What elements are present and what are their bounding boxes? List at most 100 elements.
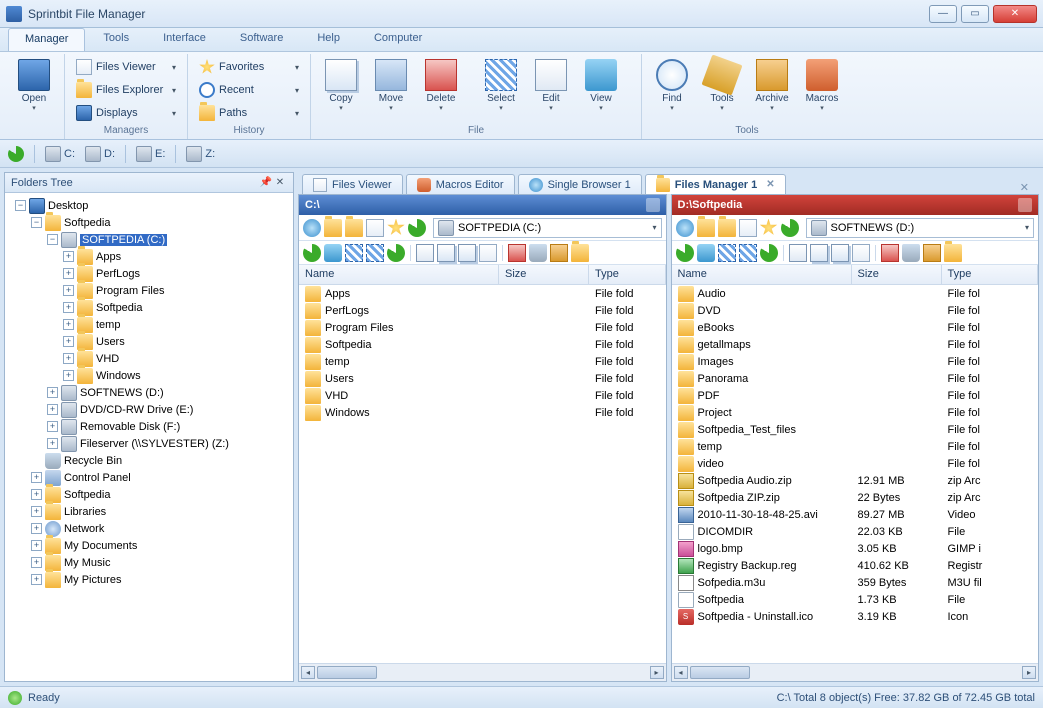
btn-recent[interactable]: Recent▾ bbox=[194, 79, 304, 101]
tree-item[interactable]: −SOFTPEDIA (C:) bbox=[7, 231, 291, 248]
btn-files-viewer[interactable]: Files Viewer▾ bbox=[71, 56, 181, 78]
favorites-icon[interactable] bbox=[760, 219, 778, 237]
find-button[interactable]: Find▾ bbox=[648, 56, 696, 115]
history-icon[interactable] bbox=[739, 219, 757, 237]
file-row[interactable]: 2010-11-30-18-48-25.avi89.27 MBVideo bbox=[672, 506, 1039, 523]
toolbar-icon[interactable] bbox=[366, 244, 384, 262]
tree-toggle-icon[interactable]: + bbox=[31, 489, 42, 500]
file-row[interactable]: Registry Backup.reg410.62 KBRegistr bbox=[672, 557, 1039, 574]
col-name[interactable]: Name bbox=[299, 265, 499, 284]
file-row[interactable]: tempFile fol bbox=[672, 438, 1039, 455]
col-name[interactable]: Name bbox=[672, 265, 852, 284]
btn-paths[interactable]: Paths▾ bbox=[194, 102, 304, 124]
file-row[interactable]: ProjectFile fol bbox=[672, 404, 1039, 421]
file-row[interactable]: Softpedia1.73 KBFile bbox=[672, 591, 1039, 608]
tree-toggle-icon[interactable]: + bbox=[63, 370, 74, 381]
file-row[interactable]: eBooksFile fol bbox=[672, 319, 1039, 336]
col-type[interactable]: Type bbox=[589, 265, 666, 284]
maximize-button[interactable]: ▭ bbox=[961, 5, 989, 23]
drive-selector-left[interactable]: SOFTPEDIA (C:) ▾ bbox=[433, 218, 662, 238]
file-row[interactable]: VHDFile fold bbox=[299, 387, 666, 404]
file-row[interactable]: SSoftpedia - Uninstall.ico3.19 KBIcon bbox=[672, 608, 1039, 625]
up-folder-icon[interactable] bbox=[697, 219, 715, 237]
doc-tab-single-browser-1[interactable]: Single Browser 1 bbox=[518, 174, 642, 194]
toolbar-icon[interactable] bbox=[810, 244, 828, 262]
copy-button[interactable]: Copy▾ bbox=[317, 56, 365, 115]
tree-toggle-icon[interactable]: + bbox=[31, 540, 42, 551]
ribbon-tab-software[interactable]: Software bbox=[224, 28, 299, 51]
minimize-button[interactable]: — bbox=[929, 5, 957, 23]
refresh-icon[interactable] bbox=[408, 219, 426, 237]
tree-item[interactable]: −Softpedia bbox=[7, 214, 291, 231]
pane-menu-icon[interactable] bbox=[1018, 198, 1032, 212]
macros-button[interactable]: Macros▾ bbox=[798, 56, 846, 115]
tree-toggle-icon[interactable]: + bbox=[63, 336, 74, 347]
up-folder-icon[interactable] bbox=[324, 219, 342, 237]
tree-item[interactable]: +Program Files bbox=[7, 282, 291, 299]
tree-toggle-icon[interactable]: − bbox=[47, 234, 58, 245]
file-row[interactable]: AppsFile fold bbox=[299, 285, 666, 302]
tree-toggle-icon[interactable]: − bbox=[31, 217, 42, 228]
file-row[interactable]: Softpedia ZIP.zip22 Byteszip Arc bbox=[672, 489, 1039, 506]
pane-menu-icon[interactable] bbox=[646, 198, 660, 212]
tree-item[interactable]: +My Pictures bbox=[7, 571, 291, 588]
file-row[interactable]: UsersFile fold bbox=[299, 370, 666, 387]
toolbar-icon[interactable] bbox=[760, 244, 778, 262]
tree-item[interactable]: Recycle Bin bbox=[7, 452, 291, 469]
tree-item[interactable]: +Softpedia bbox=[7, 299, 291, 316]
file-row[interactable]: Softpedia Audio.zip12.91 MBzip Arc bbox=[672, 472, 1039, 489]
refresh-icon[interactable] bbox=[8, 146, 24, 162]
toolbar-icon[interactable] bbox=[479, 244, 497, 262]
tools-button[interactable]: Tools▾ bbox=[698, 56, 746, 115]
tree-item[interactable]: +VHD bbox=[7, 350, 291, 367]
btn-favorites[interactable]: Favorites▾ bbox=[194, 56, 304, 78]
drive-selector-right[interactable]: SOFTNEWS (D:) ▾ bbox=[806, 218, 1035, 238]
toolbar-icon[interactable] bbox=[508, 244, 526, 262]
toolbar-icon[interactable] bbox=[718, 244, 736, 262]
tree-toggle-icon[interactable]: + bbox=[31, 523, 42, 534]
tree-toggle-icon[interactable]: + bbox=[31, 574, 42, 585]
file-row[interactable]: SoftpediaFile fold bbox=[299, 336, 666, 353]
tree-toggle-icon[interactable]: + bbox=[63, 268, 74, 279]
file-row[interactable]: Softpedia_Test_filesFile fol bbox=[672, 421, 1039, 438]
tree-item[interactable]: +Libraries bbox=[7, 503, 291, 520]
tree-item[interactable]: +Users bbox=[7, 333, 291, 350]
file-row[interactable]: Sofpedia.m3u359 BytesM3U fil bbox=[672, 574, 1039, 591]
file-row[interactable]: PanoramaFile fol bbox=[672, 370, 1039, 387]
file-row[interactable]: PerfLogsFile fold bbox=[299, 302, 666, 319]
tree-toggle-icon[interactable]: + bbox=[63, 285, 74, 296]
file-row[interactable]: getallmapsFile fol bbox=[672, 336, 1039, 353]
tree-item[interactable]: +Removable Disk (F:) bbox=[7, 418, 291, 435]
file-row[interactable]: ImagesFile fol bbox=[672, 353, 1039, 370]
tree-toggle-icon[interactable]: + bbox=[47, 387, 58, 398]
globe-icon[interactable] bbox=[303, 219, 321, 237]
drive-e[interactable]: E: bbox=[136, 146, 165, 162]
tree-item[interactable]: +SOFTNEWS (D:) bbox=[7, 384, 291, 401]
ribbon-tab-manager[interactable]: Manager bbox=[8, 28, 85, 51]
toolbar-icon[interactable] bbox=[944, 244, 962, 262]
delete-button[interactable]: Delete▾ bbox=[417, 56, 465, 115]
file-row[interactable]: tempFile fold bbox=[299, 353, 666, 370]
doc-tab-files-viewer[interactable]: Files Viewer bbox=[302, 174, 403, 194]
toolbar-icon[interactable] bbox=[831, 244, 849, 262]
tree-item[interactable]: +temp bbox=[7, 316, 291, 333]
file-row[interactable]: DICOMDIR22.03 KBFile bbox=[672, 523, 1039, 540]
close-all-tabs-icon[interactable]: ✕ bbox=[1014, 181, 1035, 194]
ribbon-tab-interface[interactable]: Interface bbox=[147, 28, 222, 51]
tree-toggle-icon[interactable]: + bbox=[63, 319, 74, 330]
globe-icon[interactable] bbox=[676, 219, 694, 237]
tree-toggle-icon[interactable]: + bbox=[63, 353, 74, 364]
pin-icon[interactable]: 📌 bbox=[259, 176, 273, 190]
tree-item[interactable]: +PerfLogs bbox=[7, 265, 291, 282]
file-row[interactable]: WindowsFile fold bbox=[299, 404, 666, 421]
toolbar-icon[interactable] bbox=[739, 244, 757, 262]
doc-tab-macros-editor[interactable]: Macros Editor bbox=[406, 174, 515, 194]
tree-toggle-icon[interactable]: + bbox=[63, 302, 74, 313]
open-button[interactable]: Open ▾ bbox=[10, 56, 58, 115]
toolbar-icon[interactable] bbox=[550, 244, 568, 262]
col-size[interactable]: Size bbox=[852, 265, 942, 284]
file-row[interactable]: videoFile fol bbox=[672, 455, 1039, 472]
hscroll-right[interactable]: ◂▸ bbox=[672, 663, 1039, 681]
toolbar-icon[interactable] bbox=[571, 244, 589, 262]
drive-z[interactable]: Z: bbox=[186, 146, 215, 162]
